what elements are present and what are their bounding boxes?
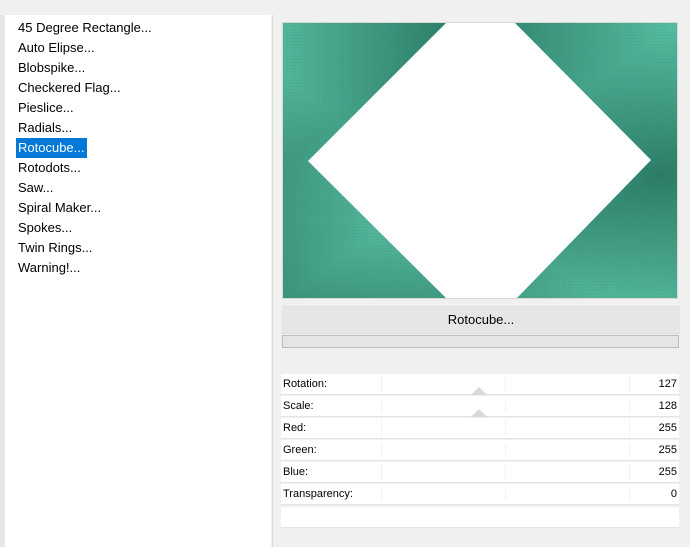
slider-thumb[interactable] [471,387,487,395]
slider-track[interactable] [381,484,630,504]
filter-list-item[interactable]: Blobspike... [16,58,87,78]
param-value[interactable]: 127 [659,374,677,394]
slider-track[interactable] [381,396,630,416]
param-value[interactable]: 0 [671,484,677,504]
param-label: Blue: [283,466,309,478]
param-value[interactable]: 255 [659,462,677,482]
filter-list-item[interactable]: Saw... [16,178,55,198]
filter-list-item[interactable]: Checkered Flag... [16,78,123,98]
panel-divider[interactable] [272,15,273,547]
slider-thumb[interactable] [471,409,487,417]
slider-track[interactable] [381,440,630,460]
empty-param-row [281,507,679,528]
param-value[interactable]: 255 [659,440,677,460]
filter-list-item[interactable]: Warning!... [16,258,82,278]
filter-title-button[interactable]: Rotocube... [282,306,680,334]
param-row-green[interactable]: Green: 255 [281,440,679,461]
filter-list-item[interactable]: Spokes... [16,218,74,238]
filter-list-item[interactable]: 45 Degree Rectangle... [16,18,154,38]
slider-track[interactable] [381,374,630,394]
filter-title: Rotocube... [447,312,515,327]
filter-list-item-selected[interactable]: Rotocube... [16,138,87,158]
filter-list-item[interactable]: Pieslice... [16,98,76,118]
filter-list[interactable]: 45 Degree Rectangle... Auto Elipse... Bl… [5,15,271,547]
param-row-scale[interactable]: Scale: 128 [281,396,679,417]
filter-preview [282,22,678,299]
param-label: Scale: [283,400,314,412]
param-label: Transparency: [283,488,353,500]
filter-list-item[interactable]: Auto Elipse... [16,38,97,58]
param-label: Red: [283,422,307,434]
param-row-red[interactable]: Red: 255 [281,418,679,439]
progress-bar [282,335,679,348]
slider-track[interactable] [381,462,630,482]
param-row-transparency[interactable]: Transparency: 0 [281,484,679,505]
param-row-blue[interactable]: Blue: 255 [281,462,679,483]
filter-list-item[interactable]: Rotodots... [16,158,83,178]
filter-list-item[interactable]: Radials... [16,118,74,138]
slider-track[interactable] [381,418,630,438]
preview-image [283,23,677,298]
param-value[interactable]: 255 [659,418,677,438]
param-row-rotation[interactable]: Rotation: 127 [281,374,679,395]
param-value[interactable]: 128 [659,396,677,416]
filter-list-item[interactable]: Spiral Maker... [16,198,103,218]
filter-list-item[interactable]: Twin Rings... [16,238,94,258]
param-label: Rotation: [283,378,328,390]
param-label: Green: [283,444,317,456]
